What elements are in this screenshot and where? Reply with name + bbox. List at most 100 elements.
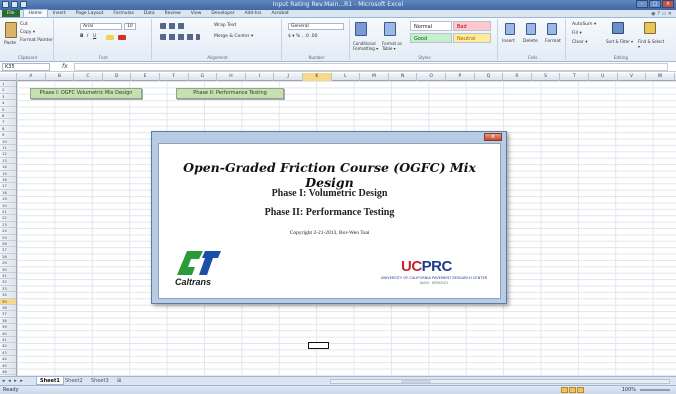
delete-button[interactable]: Delete (523, 39, 538, 44)
column-header-e[interactable]: E (131, 73, 160, 81)
tab-view[interactable]: View (186, 10, 207, 17)
column-header-b[interactable]: B (46, 73, 75, 81)
column-header-d[interactable]: D (103, 73, 132, 81)
dialog-close-button[interactable]: x (484, 133, 502, 141)
column-header-f[interactable]: F (160, 73, 189, 81)
column-header-m[interactable]: M (360, 73, 389, 81)
column-header-w[interactable]: W (646, 73, 675, 81)
sort-filter-button[interactable]: Sort & Filter ▾ (606, 39, 634, 44)
sheet-tab-1[interactable]: Sheet1 (36, 377, 64, 385)
sort-filter-icon[interactable] (612, 22, 624, 34)
cut-button[interactable]: Cut (20, 22, 28, 27)
tab-insert[interactable]: Insert (48, 10, 71, 17)
tab-formulas[interactable]: Formulas (108, 10, 139, 17)
minimize-button[interactable]: – (636, 0, 648, 8)
column-header-r[interactable]: R (503, 73, 532, 81)
tab-file[interactable]: File (2, 10, 20, 17)
format-cells-icon[interactable] (547, 23, 557, 35)
close-button[interactable]: × (662, 0, 674, 8)
wrap-text-button[interactable]: Wrap Text (214, 23, 236, 28)
align-text-icons[interactable] (160, 34, 200, 40)
scroll-thumb[interactable] (401, 380, 431, 383)
conditional-formatting-button[interactable]: Conditional Formatting ▾ (353, 41, 383, 51)
ucprc-prc: PRC (421, 258, 453, 275)
column-header-v[interactable]: V (618, 73, 647, 81)
phase2-sheet-button[interactable]: Phase II: Performance Testing (176, 88, 284, 99)
italic-button[interactable]: I (87, 34, 88, 39)
help-icon[interactable]: ◉ ? ▭ ✕ (651, 11, 672, 17)
number-format-select[interactable]: General (288, 23, 344, 30)
page-layout-view-icon[interactable] (569, 387, 576, 393)
tab-page-layout[interactable]: Page Layout (71, 10, 109, 17)
bold-button[interactable]: B (80, 34, 83, 39)
style-normal[interactable]: Normal (410, 21, 452, 31)
font-size-select[interactable]: 10 (124, 23, 136, 30)
underline-button[interactable]: U (93, 34, 96, 39)
column-header-n[interactable]: N (389, 73, 418, 81)
sheet-tab-2[interactable]: Sheet2 (62, 377, 86, 385)
horizontal-scrollbar[interactable] (330, 379, 670, 384)
conditional-formatting-icon[interactable] (355, 22, 367, 36)
find-select-button[interactable]: Find & Select ▾ (638, 39, 666, 49)
font-color-icon[interactable] (118, 35, 126, 40)
number-format-buttons[interactable]: $ ▾ % , .0 .00 (288, 34, 317, 39)
phase1-sheet-button[interactable]: Phase I: OGFC Volumetric Mix Design (30, 88, 142, 99)
tab-home[interactable]: Home (22, 9, 48, 17)
copy-button[interactable]: Copy ▾ (20, 30, 35, 35)
font-name-select[interactable]: Arial (80, 23, 122, 30)
column-header-h[interactable]: H (217, 73, 246, 81)
clear-button[interactable]: Clear ▾ (572, 40, 587, 45)
column-header-i[interactable]: I (246, 73, 275, 81)
column-header-a[interactable]: A (17, 73, 46, 81)
tab-add-ins[interactable]: Add-Ins (240, 10, 267, 17)
zoom-level[interactable]: 100% (622, 387, 636, 393)
format-as-table-button[interactable]: Format as Table ▾ (382, 41, 406, 51)
insert-button[interactable]: Insert (502, 39, 515, 44)
column-header-u[interactable]: U (589, 73, 618, 81)
align-icons[interactable] (160, 23, 186, 29)
sheet-tab-3[interactable]: Sheet3 (88, 377, 112, 385)
format-painter-button[interactable]: Format Painter (20, 38, 53, 43)
column-header-s[interactable]: S (532, 73, 561, 81)
active-cell[interactable] (308, 342, 329, 349)
style-bad[interactable]: Bad (453, 21, 491, 31)
insert-sheet-icon[interactable]: ⊞ (114, 377, 124, 385)
fx-icon[interactable]: fx (62, 63, 68, 70)
maximize-button[interactable]: □ (649, 0, 661, 8)
format-as-table-icon[interactable] (384, 22, 396, 36)
column-header-t[interactable]: T (560, 73, 589, 81)
insert-cells-icon[interactable] (505, 23, 515, 35)
tab-developer[interactable]: Developer (206, 10, 239, 17)
fill-button[interactable]: Fill ▾ (572, 31, 582, 36)
page-break-view-icon[interactable] (577, 387, 584, 393)
column-header-q[interactable]: Q (475, 73, 504, 81)
autosum-button[interactable]: AutoSum ▾ (572, 22, 596, 27)
style-good[interactable]: Good (410, 33, 452, 43)
tab-acrobat[interactable]: Acrobat (266, 10, 293, 17)
zoom-slider[interactable] (640, 389, 670, 391)
paste-button[interactable]: Paste (4, 41, 16, 46)
style-neutral[interactable]: Neutral (453, 33, 491, 43)
column-header-o[interactable]: O (417, 73, 446, 81)
column-header-p[interactable]: P (446, 73, 475, 81)
tab-data[interactable]: Data (139, 10, 160, 17)
format-button[interactable]: Format (545, 39, 561, 44)
group-label-editing: Editing (614, 55, 628, 60)
row-header-46[interactable]: 46 (0, 369, 16, 376)
merge-center-button[interactable]: Merge & Center ▾ (214, 34, 253, 39)
column-header-g[interactable]: G (189, 73, 218, 81)
column-header-j[interactable]: J (274, 73, 303, 81)
normal-view-icon[interactable] (561, 387, 568, 393)
column-header-c[interactable]: C (74, 73, 103, 81)
column-header-k[interactable]: K (303, 73, 332, 81)
find-select-icon[interactable] (644, 22, 656, 34)
fill-color-icon[interactable] (106, 35, 114, 40)
column-header-l[interactable]: L (332, 73, 361, 81)
name-box[interactable]: K35 (2, 63, 50, 71)
paste-icon[interactable] (5, 22, 17, 38)
formula-input[interactable] (74, 63, 668, 71)
tab-review[interactable]: Review (160, 10, 186, 17)
sheet-nav-buttons[interactable]: ◂ ◂ ▸ ▸ (2, 378, 24, 384)
select-all-corner[interactable] (0, 73, 17, 81)
delete-cells-icon[interactable] (526, 23, 536, 35)
